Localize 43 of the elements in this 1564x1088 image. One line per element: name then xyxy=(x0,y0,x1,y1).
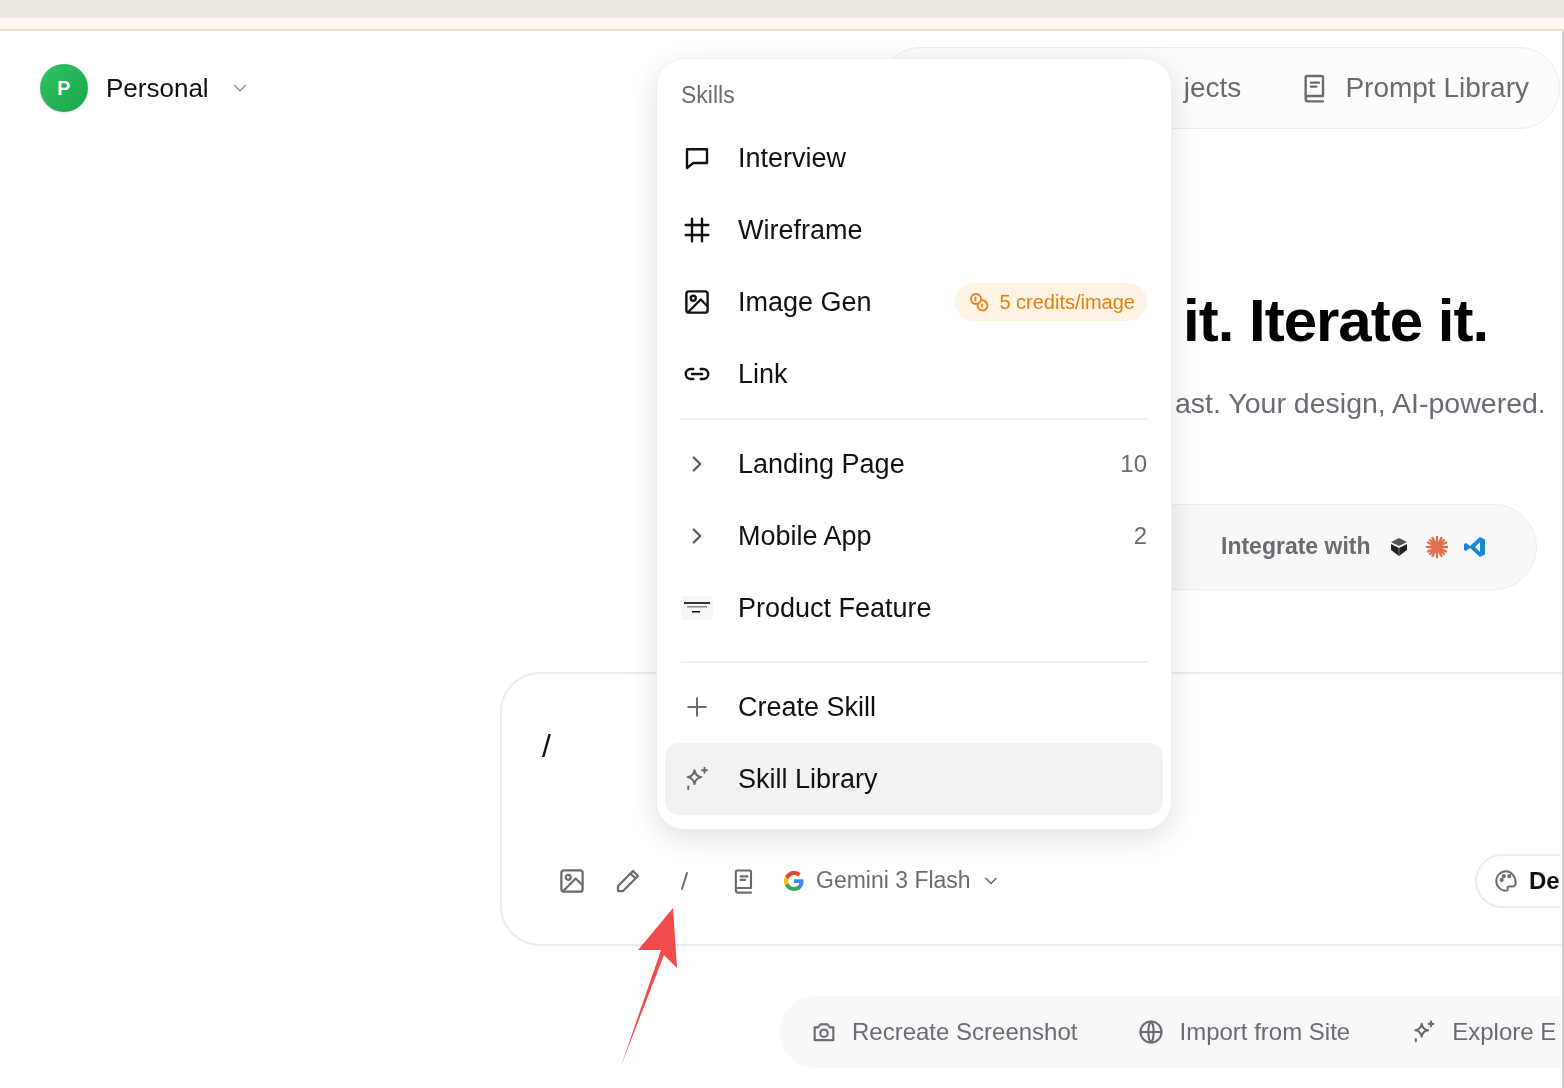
google-logo-icon xyxy=(782,868,806,893)
suggestion-chip[interactable]: Explore E xyxy=(1410,1013,1557,1050)
menu-item-label: Landing Page xyxy=(738,447,905,481)
menu-item-label: Link xyxy=(738,357,788,391)
nav-link[interactable]: Prompt Library xyxy=(1299,67,1529,109)
menu-item-label: Wireframe xyxy=(738,213,863,247)
image-icon xyxy=(682,287,712,317)
menu-item-label: Mobile App xyxy=(738,519,872,553)
workspace-switcher[interactable]: P Personal xyxy=(40,64,251,112)
hero-subtitle: ast. Your design, AI-powered. xyxy=(1175,389,1547,418)
menu-item-label: Product Feature xyxy=(738,591,932,625)
style-button[interactable]: De xyxy=(1475,853,1560,908)
item-count: 2 xyxy=(1133,521,1147,551)
nav-link[interactable]: jects xyxy=(1183,67,1242,109)
integrate-label: Integrate with xyxy=(1221,532,1371,562)
menu-item-label: Interview xyxy=(738,141,847,175)
menu-item[interactable]: Create Skill xyxy=(665,671,1163,743)
hero-title: it. Iterate it. xyxy=(1183,291,1490,351)
hash-frame-icon xyxy=(682,215,712,245)
menu-item[interactable]: Wireframe xyxy=(665,194,1163,266)
suggestion-chip[interactable]: Recreate Screenshot xyxy=(810,1013,1078,1050)
menu-item-label: Image Gen xyxy=(738,285,872,319)
menu-item[interactable]: Image Gen 5 credits/image xyxy=(665,266,1163,338)
item-count: 10 xyxy=(1120,449,1147,479)
menu-item[interactable]: Skill Library xyxy=(665,743,1163,815)
menu-item[interactable]: Product Feature xyxy=(665,572,1163,644)
menu-item[interactable]: Mobile App 2 xyxy=(665,500,1163,572)
model-selector[interactable]: Gemini 3 Flash xyxy=(782,863,1001,898)
credits-badge: 5 credits/image xyxy=(955,283,1147,321)
palette-icon xyxy=(1493,867,1519,894)
page-thumbnail-icon xyxy=(681,596,713,620)
workspace-avatar: P xyxy=(40,64,88,112)
menu-item[interactable]: Link xyxy=(665,338,1163,410)
menu-heading: Skills xyxy=(681,80,736,110)
asterisk-logo-icon xyxy=(1424,534,1449,559)
suggestion-chip[interactable]: Import from Site xyxy=(1137,1013,1351,1050)
code-editor-logo-icon xyxy=(1462,534,1487,559)
workspace-name: Personal xyxy=(106,71,209,105)
menu-item-label: Skill Library xyxy=(738,762,878,796)
menu-item[interactable]: Landing Page 10 xyxy=(665,428,1163,500)
menu-item[interactable]: Interview xyxy=(665,122,1163,194)
menu-item-label: Create Skill xyxy=(738,690,877,724)
slash-icon xyxy=(680,871,688,890)
